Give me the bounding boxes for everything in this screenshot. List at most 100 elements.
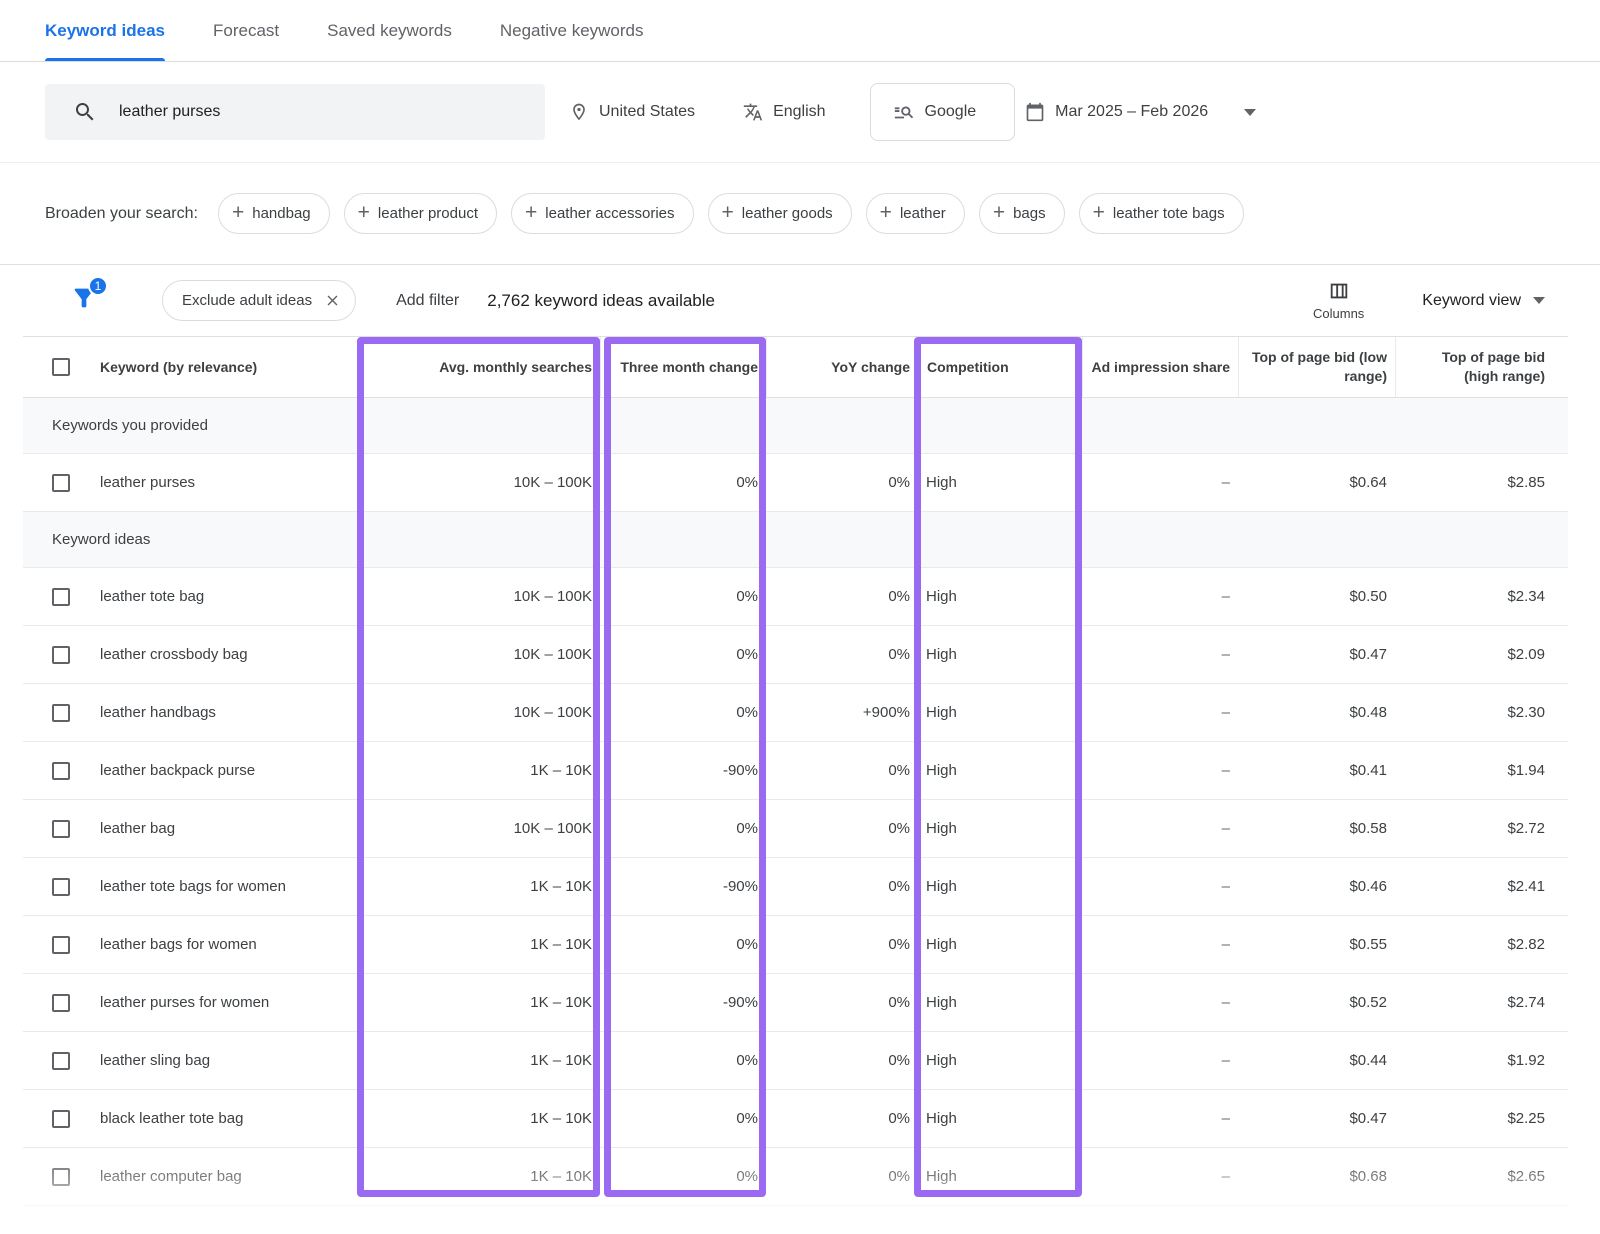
- cell-top-bid-high: $2.72: [1395, 800, 1568, 857]
- table-row: leather handbags10K – 100K0%+900%High–$0…: [23, 684, 1568, 742]
- chevron-down-icon: [1244, 109, 1256, 116]
- cell-avg-monthly-searches: 1K – 10K: [362, 1032, 600, 1089]
- header-avg-monthly-searches[interactable]: Avg. monthly searches: [362, 337, 600, 397]
- plus-icon: +: [1093, 202, 1105, 223]
- cell-ad-impression-share: –: [1082, 626, 1238, 683]
- broaden-chip-leather-product[interactable]: +leather product: [344, 193, 497, 234]
- cell-top-bid-low: $0.55: [1238, 916, 1395, 973]
- cell-yoy-change: 0%: [766, 858, 918, 915]
- plus-icon: +: [232, 202, 244, 223]
- results-count: 2,762 keyword ideas available: [487, 291, 715, 311]
- row-checkbox[interactable]: [52, 588, 70, 606]
- select-all-checkbox[interactable]: [52, 358, 70, 376]
- broaden-chip-leather[interactable]: +leather: [866, 193, 965, 234]
- cell-top-bid-high: $2.09: [1395, 626, 1568, 683]
- broaden-chip-leather-accessories[interactable]: +leather accessories: [511, 193, 694, 234]
- table-row: leather sling bag1K – 10K0%0%High–$0.44$…: [23, 1032, 1568, 1090]
- header-competition[interactable]: Competition: [918, 337, 1082, 397]
- cell-keyword[interactable]: leather backpack purse: [90, 742, 362, 799]
- keyword-view-selector[interactable]: Keyword view: [1422, 292, 1545, 310]
- search-query: leather purses: [119, 103, 220, 121]
- cell-keyword[interactable]: leather sling bag: [90, 1032, 362, 1089]
- keyword-planner-page: Keyword ideas Forecast Saved keywords Ne…: [0, 0, 1600, 1234]
- row-checkbox[interactable]: [52, 762, 70, 780]
- cell-keyword[interactable]: black leather tote bag: [90, 1090, 362, 1147]
- cell-competition: High: [918, 916, 1082, 973]
- broaden-chip-leather-tote-bags[interactable]: +leather tote bags: [1079, 193, 1244, 234]
- tab-negative-keywords[interactable]: Negative keywords: [500, 0, 644, 61]
- location-selector[interactable]: United States: [569, 102, 695, 122]
- tab-keyword-ideas[interactable]: Keyword ideas: [45, 0, 165, 61]
- row-checkbox[interactable]: [52, 474, 70, 492]
- cell-competition: High: [918, 568, 1082, 625]
- cell-keyword[interactable]: leather purses: [90, 454, 362, 511]
- cell-keyword[interactable]: leather tote bags for women: [90, 858, 362, 915]
- cell-top-bid-low: $0.64: [1238, 454, 1395, 511]
- header-ad-impression-share[interactable]: Ad impression share: [1082, 337, 1238, 397]
- calendar-icon: [1025, 102, 1045, 122]
- columns-icon: [1328, 280, 1350, 302]
- row-checkbox[interactable]: [52, 1052, 70, 1070]
- exclude-adult-ideas-chip[interactable]: Exclude adult ideas: [162, 280, 356, 321]
- cell-ad-impression-share: –: [1082, 568, 1238, 625]
- keyword-search-input[interactable]: leather purses: [45, 84, 545, 140]
- search-icon: [73, 100, 97, 124]
- header-keyword[interactable]: Keyword (by relevance): [90, 337, 362, 397]
- filter-funnel-icon[interactable]: 1: [70, 284, 98, 317]
- cell-keyword[interactable]: leather bag: [90, 800, 362, 857]
- row-checkbox[interactable]: [52, 820, 70, 838]
- row-checkbox[interactable]: [52, 704, 70, 722]
- columns-button[interactable]: Columns: [1313, 280, 1364, 321]
- broaden-chip-bags[interactable]: +bags: [979, 193, 1065, 234]
- add-filter-button[interactable]: Add filter: [396, 292, 459, 310]
- broaden-chip-leather-goods[interactable]: +leather goods: [708, 193, 852, 234]
- language-selector[interactable]: English: [743, 102, 825, 122]
- cell-yoy-change: 0%: [766, 742, 918, 799]
- header-top-bid-low[interactable]: Top of page bid (low range): [1238, 337, 1395, 397]
- cell-yoy-change: 0%: [766, 454, 918, 511]
- location-value: United States: [599, 103, 695, 121]
- chip-label: bags: [1013, 205, 1046, 222]
- cell-avg-monthly-searches: 10K – 100K: [362, 800, 600, 857]
- header-three-month-change[interactable]: Three month change: [600, 337, 766, 397]
- cell-keyword[interactable]: leather computer bag: [90, 1148, 362, 1205]
- row-checkbox[interactable]: [52, 878, 70, 896]
- cell-competition: High: [918, 858, 1082, 915]
- cell-keyword[interactable]: leather handbags: [90, 684, 362, 741]
- cell-three-month-change: 0%: [600, 1090, 766, 1147]
- cell-three-month-change: 0%: [600, 800, 766, 857]
- header-yoy-change[interactable]: YoY change: [766, 337, 918, 397]
- cell-yoy-change: 0%: [766, 1148, 918, 1205]
- cell-top-bid-high: $2.85: [1395, 454, 1568, 511]
- columns-label: Columns: [1313, 306, 1364, 321]
- cell-yoy-change: 0%: [766, 1090, 918, 1147]
- row-checkbox[interactable]: [52, 994, 70, 1012]
- cell-ad-impression-share: –: [1082, 454, 1238, 511]
- cell-three-month-change: -90%: [600, 742, 766, 799]
- cell-top-bid-high: $1.94: [1395, 742, 1568, 799]
- cell-ad-impression-share: –: [1082, 974, 1238, 1031]
- row-checkbox[interactable]: [52, 646, 70, 664]
- network-selector[interactable]: Google: [870, 83, 1016, 141]
- close-icon[interactable]: [324, 292, 341, 309]
- row-checkbox[interactable]: [52, 1110, 70, 1128]
- cell-top-bid-high: $2.34: [1395, 568, 1568, 625]
- tab-forecast[interactable]: Forecast: [213, 0, 279, 61]
- cell-keyword[interactable]: leather tote bag: [90, 568, 362, 625]
- cell-top-bid-high: $2.41: [1395, 858, 1568, 915]
- cell-three-month-change: 0%: [600, 626, 766, 683]
- date-range-selector[interactable]: Mar 2025 – Feb 2026: [1025, 102, 1256, 122]
- cell-competition: High: [918, 454, 1082, 511]
- cell-keyword[interactable]: leather crossbody bag: [90, 626, 362, 683]
- cell-yoy-change: +900%: [766, 684, 918, 741]
- cell-keyword[interactable]: leather bags for women: [90, 916, 362, 973]
- row-checkbox[interactable]: [52, 1168, 70, 1186]
- cell-top-bid-low: $0.50: [1238, 568, 1395, 625]
- cell-ad-impression-share: –: [1082, 916, 1238, 973]
- row-checkbox[interactable]: [52, 936, 70, 954]
- tab-saved-keywords[interactable]: Saved keywords: [327, 0, 452, 61]
- plus-icon: +: [722, 202, 734, 223]
- header-top-bid-high[interactable]: Top of page bid (high range): [1395, 337, 1568, 397]
- cell-keyword[interactable]: leather purses for women: [90, 974, 362, 1031]
- broaden-chip-handbag[interactable]: +handbag: [218, 193, 330, 234]
